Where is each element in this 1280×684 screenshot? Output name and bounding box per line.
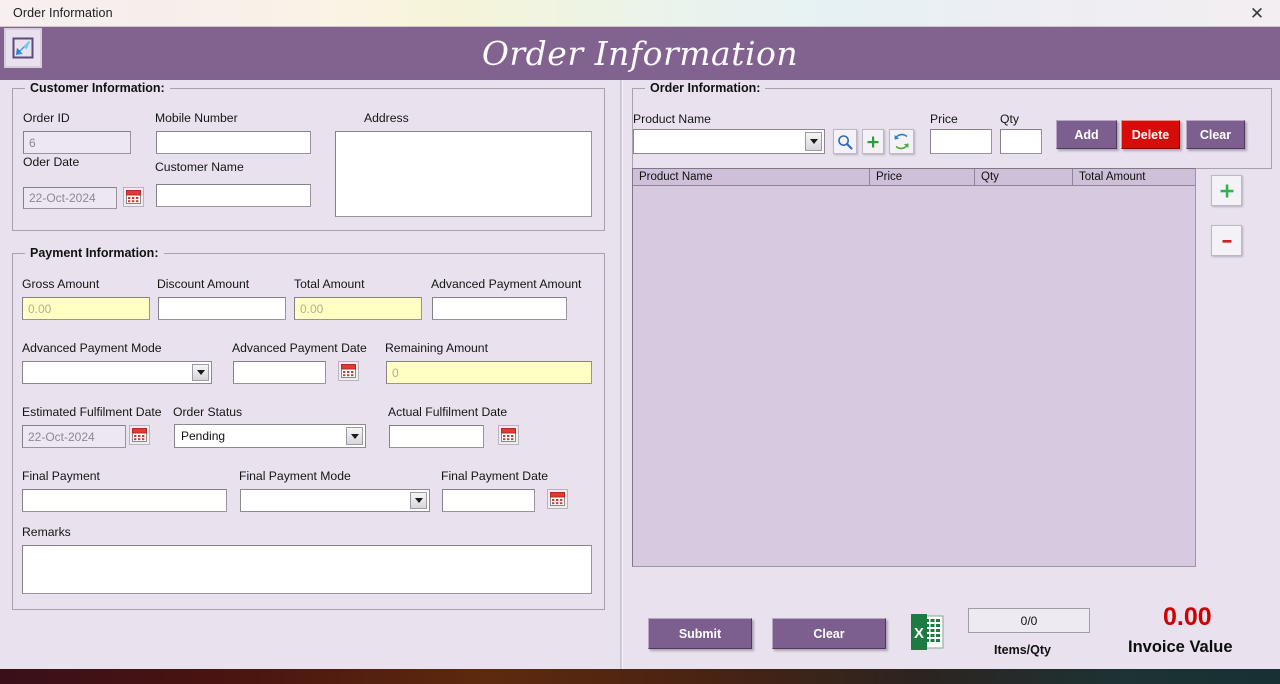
clear-form-button[interactable]: Clear — [772, 618, 886, 649]
order-status-label: Order Status — [173, 405, 243, 419]
address-label: Address — [364, 111, 409, 125]
price-label: Price — [930, 112, 958, 126]
chevron-down-icon[interactable] — [410, 492, 427, 509]
actual-fulfilment-date-calendar-icon[interactable] — [498, 425, 519, 445]
grid-add-row-plus-icon[interactable] — [1211, 175, 1242, 206]
final-payment-date-label: Final Payment Date — [441, 469, 549, 483]
customer-information-title: Customer Information: — [25, 81, 170, 95]
grid-remove-row-minus-icon[interactable] — [1211, 225, 1242, 256]
grid-header-row: Product Name Price Qty Total Amount — [633, 169, 1195, 186]
order-status-value: Pending — [181, 429, 226, 443]
chevron-down-icon[interactable] — [192, 364, 209, 381]
form-body: Customer Information: Order ID 6 Oder Da… — [0, 80, 1280, 669]
grid-body[interactable] — [633, 186, 1195, 566]
customer-name-label: Customer Name — [155, 160, 244, 174]
clear-product-button[interactable]: Clear — [1186, 120, 1245, 149]
order-items-grid[interactable]: Product Name Price Qty Total Amount — [632, 168, 1196, 567]
advanced-payment-date-calendar-icon[interactable] — [338, 361, 359, 381]
customer-information-group: Customer Information: Order ID 6 Oder Da… — [12, 81, 605, 231]
submit-button[interactable]: Submit — [648, 618, 752, 649]
actual-fulfilment-date-input[interactable] — [389, 425, 484, 448]
product-name-label: Product Name — [633, 112, 711, 126]
window-title: Order Information — [13, 6, 113, 20]
add-button[interactable]: Add — [1056, 120, 1117, 149]
add-product-plus-icon[interactable] — [862, 129, 884, 154]
discount-amount-input[interactable] — [158, 297, 286, 320]
advanced-payment-date-input[interactable] — [233, 361, 326, 384]
qty-input[interactable] — [1000, 129, 1042, 154]
items-qty-caption: Items/Qty — [994, 643, 1051, 657]
final-payment-mode-label: Final Payment Mode — [239, 469, 351, 483]
mobile-number-label: Mobile Number — [155, 111, 238, 125]
customer-name-input[interactable] — [156, 184, 311, 207]
svg-text:X: X — [914, 625, 924, 642]
window-titlebar: Order Information ✕ — [0, 0, 1280, 27]
gross-amount-label: Gross Amount — [22, 277, 100, 291]
advanced-payment-mode-label: Advanced Payment Mode — [22, 341, 162, 355]
search-icon[interactable] — [833, 129, 857, 154]
grid-column-price[interactable]: Price — [870, 169, 975, 185]
mobile-number-input[interactable] — [156, 131, 311, 154]
order-date-calendar-icon[interactable] — [123, 187, 144, 207]
refresh-arrows-icon[interactable] — [889, 129, 914, 154]
product-name-select[interactable] — [633, 129, 825, 154]
grid-column-qty[interactable]: Qty — [975, 169, 1073, 185]
gross-amount-input[interactable]: 0.00 — [22, 297, 150, 320]
os-taskbar — [0, 669, 1280, 684]
delete-button[interactable]: Delete — [1121, 120, 1180, 149]
actual-fulfilment-date-label: Actual Fulfilment Date — [388, 405, 508, 419]
total-amount-label: Total Amount — [294, 277, 365, 291]
order-id-input[interactable]: 6 — [23, 131, 131, 154]
payment-information-group: Payment Information: Gross Amount 0.00 D… — [12, 246, 605, 610]
remaining-amount-label: Remaining Amount — [385, 341, 488, 355]
invoice-value-caption: Invoice Value — [1128, 638, 1233, 656]
advanced-payment-mode-select[interactable] — [22, 361, 212, 384]
final-payment-label: Final Payment — [22, 469, 100, 483]
panel-splitter[interactable] — [620, 80, 623, 669]
download-arrow-icon — [4, 28, 42, 68]
final-payment-input[interactable] — [22, 489, 227, 512]
order-status-select[interactable]: Pending — [174, 424, 366, 448]
advanced-payment-date-label: Advanced Payment Date — [232, 341, 367, 355]
estimated-fulfilment-date-label: Estimated Fulfilment Date — [22, 405, 162, 419]
estimated-fulfilment-date-calendar-icon[interactable] — [129, 425, 150, 445]
close-icon[interactable]: ✕ — [1234, 0, 1280, 26]
grid-column-total-amount[interactable]: Total Amount — [1073, 169, 1195, 185]
advanced-payment-amount-input[interactable] — [432, 297, 567, 320]
qty-label: Qty — [1000, 112, 1019, 126]
estimated-fulfilment-date-input[interactable]: 22-Oct-2024 — [22, 425, 126, 448]
chevron-down-icon[interactable] — [805, 132, 822, 151]
final-payment-date-calendar-icon[interactable] — [547, 489, 568, 509]
order-id-label: Order ID — [23, 111, 70, 125]
price-input[interactable] — [930, 129, 992, 154]
invoice-value-amount: 0.00 — [1163, 603, 1212, 631]
payment-information-title: Payment Information: — [25, 246, 164, 260]
address-input[interactable] — [335, 131, 592, 217]
advanced-payment-amount-label: Advanced Payment Amount — [431, 277, 582, 291]
order-information-title: Order Information: — [645, 81, 766, 95]
grid-column-product-name[interactable]: Product Name — [633, 169, 870, 185]
excel-export-icon[interactable]: X — [908, 610, 946, 654]
final-payment-mode-select[interactable] — [240, 489, 430, 512]
order-date-input[interactable]: 22-Oct-2024 — [23, 187, 117, 209]
total-amount-input[interactable]: 0.00 — [294, 297, 422, 320]
chevron-down-icon[interactable] — [346, 427, 363, 445]
order-date-label: Oder Date — [23, 155, 80, 169]
remarks-label: Remarks — [22, 525, 71, 539]
page-title: Order Information — [481, 34, 799, 73]
remarks-input[interactable] — [22, 545, 592, 594]
final-payment-date-input[interactable] — [442, 489, 535, 512]
remaining-amount-input[interactable]: 0 — [386, 361, 592, 384]
discount-amount-label: Discount Amount — [157, 277, 250, 291]
app-header: Order Information — [0, 27, 1280, 80]
items-qty-box: 0/0 — [968, 608, 1090, 633]
order-information-window: Order Information ✕ Order Information Cu… — [0, 0, 1280, 684]
